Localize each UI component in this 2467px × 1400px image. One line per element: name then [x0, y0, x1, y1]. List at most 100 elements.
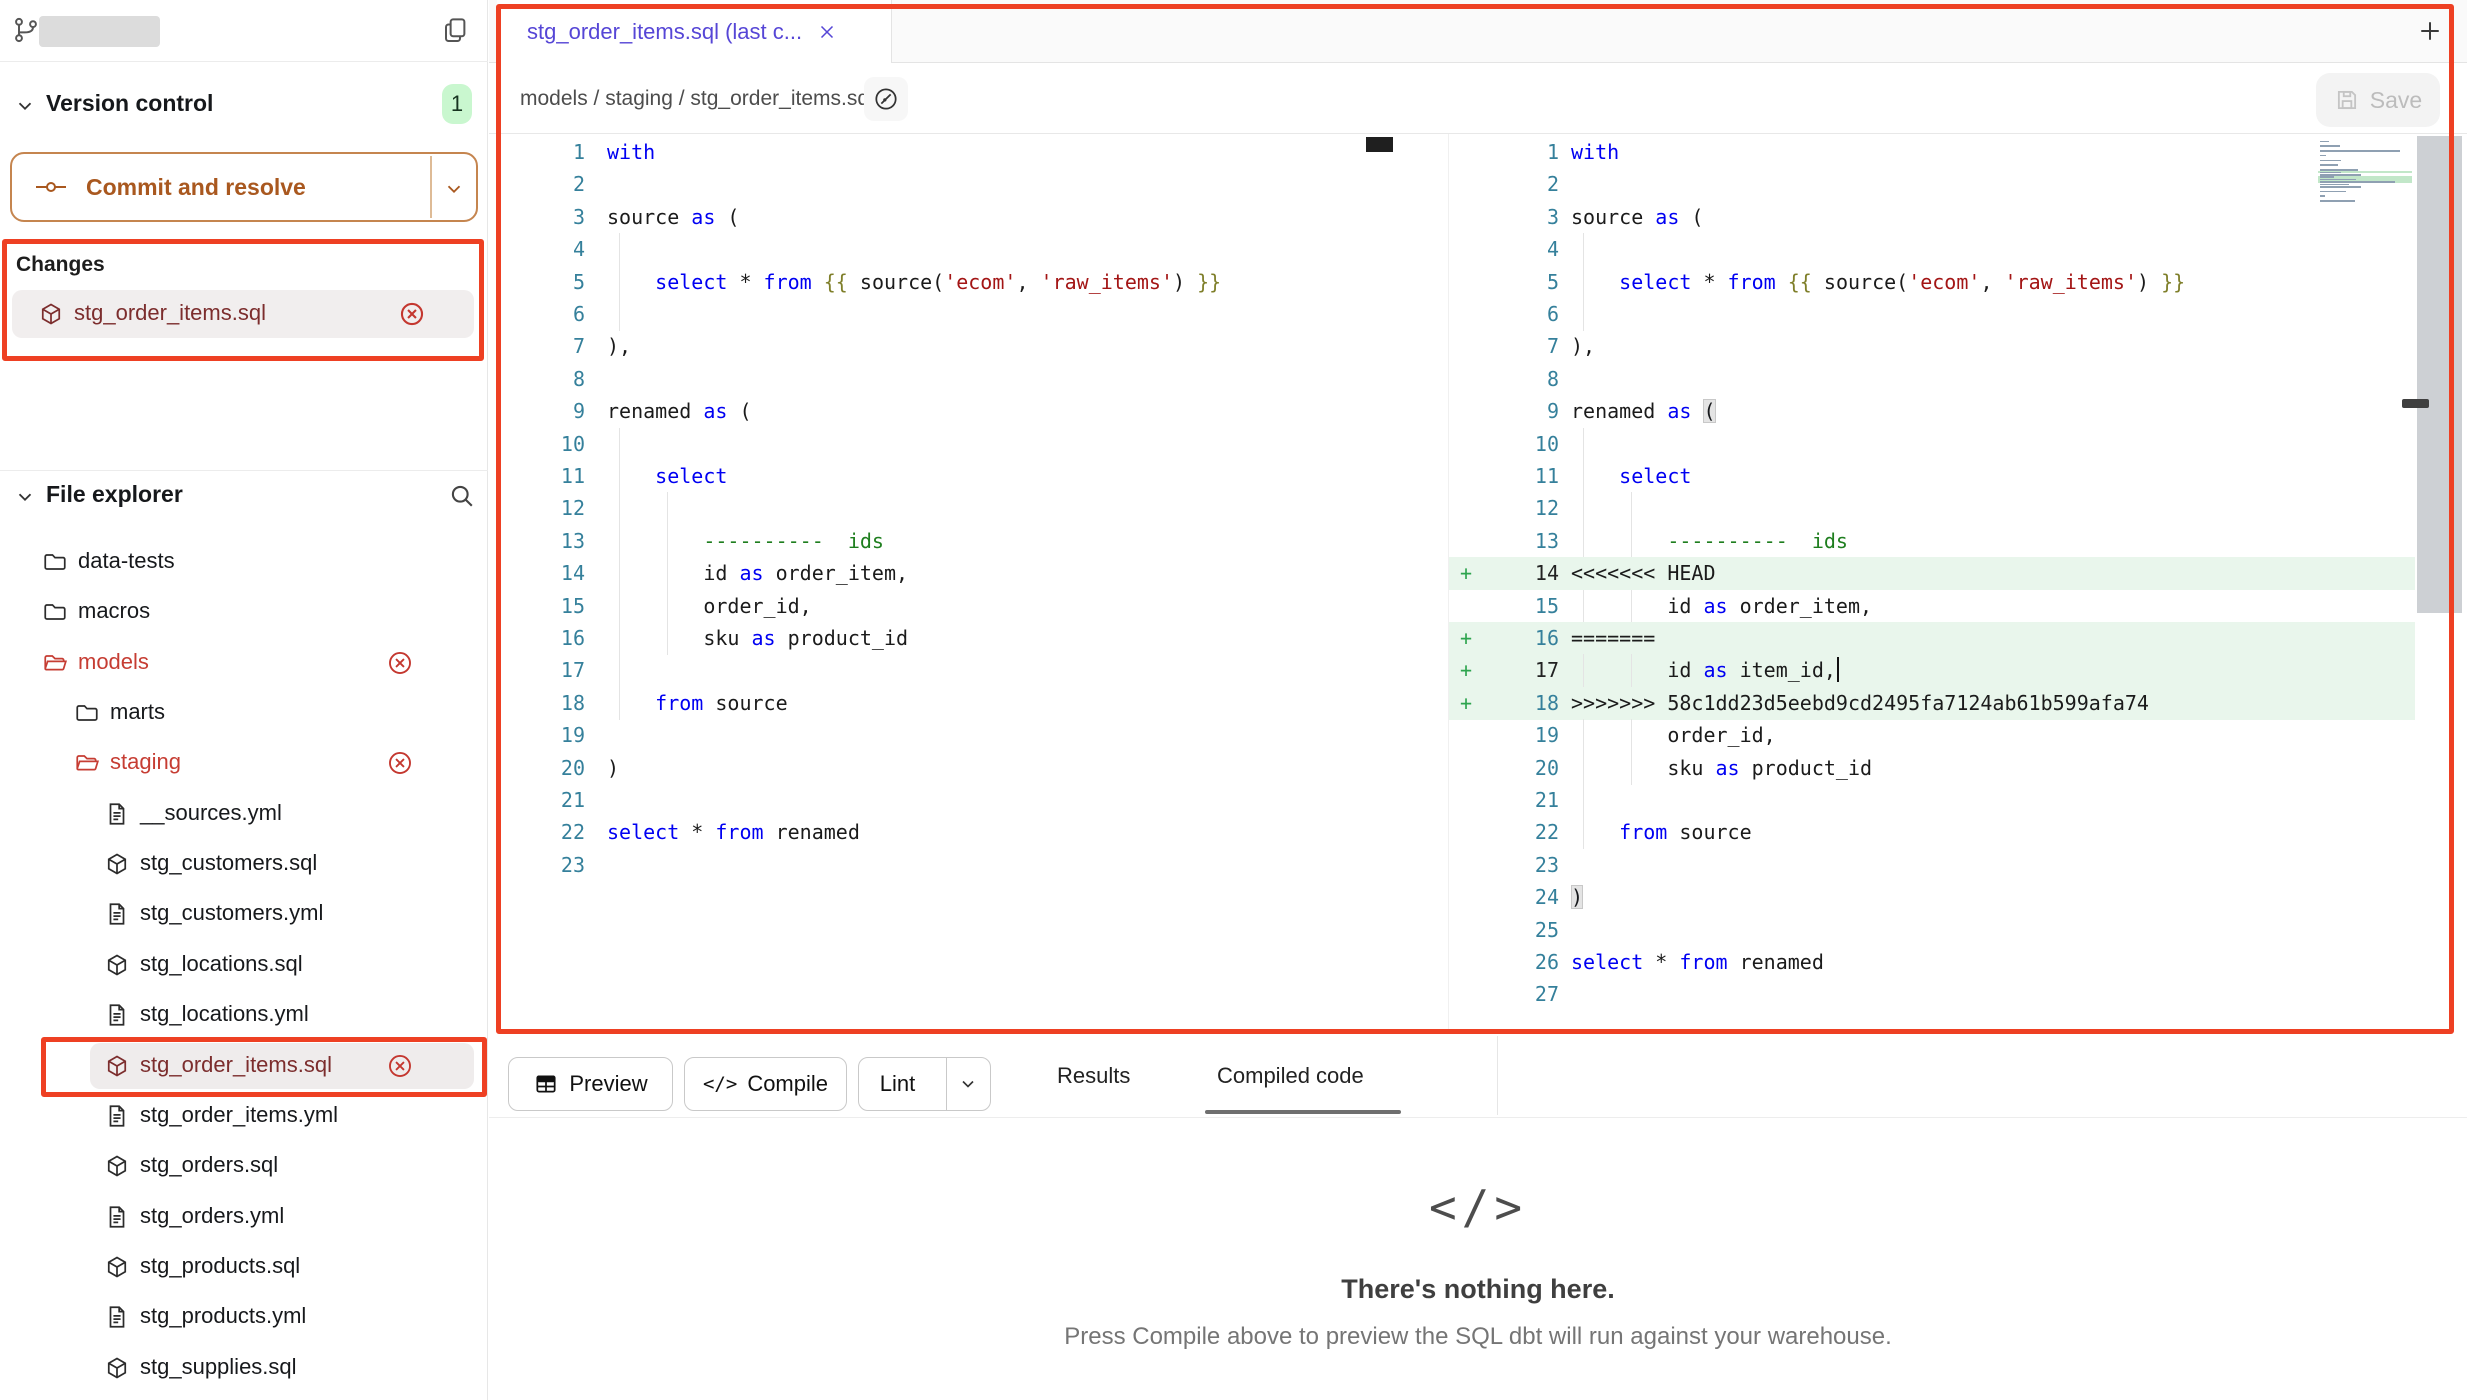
tree-item-__sources.yml[interactable]: __sources.yml [0, 789, 488, 839]
diff-added-marker: + [1455, 557, 1477, 589]
code-line-25[interactable]: 25 [1449, 914, 2415, 947]
code-line-7[interactable]: 7), [1449, 330, 2415, 363]
lineage-button[interactable] [864, 77, 908, 121]
code-line-26[interactable]: 26select * from renamed [1449, 946, 2415, 979]
token: as [1703, 594, 1727, 618]
code-line-16[interactable]: +16======= [1449, 622, 2415, 655]
code-line-1[interactable]: 1with [1449, 136, 2415, 169]
code-icon: </> [703, 1073, 737, 1095]
tab-stg-order-items[interactable]: stg_order_items.sql (last c... [497, 0, 892, 64]
tree-item-stg_products.sql[interactable]: stg_products.sql [0, 1242, 488, 1292]
code-line-13[interactable]: 13 ---------- ids [1449, 525, 2415, 558]
code-line-6[interactable]: 6 [505, 298, 1390, 331]
tree-item-stg_products.yml[interactable]: stg_products.yml [0, 1292, 488, 1342]
code-line-5[interactable]: 5 select * from {{ source('ecom', 'raw_i… [505, 266, 1390, 299]
tree-item-stg_locations.yml[interactable]: stg_locations.yml [0, 990, 488, 1040]
code-line-21[interactable]: 21 [505, 784, 1390, 817]
diff-editor-right-pane[interactable]: 1with23source as (45 select * from {{ so… [1449, 136, 2415, 1032]
code-line-15[interactable]: 15 id as order_item, [1449, 590, 2415, 623]
code-line-9[interactable]: 9renamed as ( [505, 395, 1390, 428]
lint-dropdown-chevron-icon[interactable] [946, 1058, 990, 1110]
code-line-22[interactable]: 22 from source [1449, 816, 2415, 849]
preview-button[interactable]: Preview [508, 1057, 673, 1111]
new-tab-button[interactable] [2408, 9, 2452, 53]
save-button[interactable]: Save [2316, 73, 2440, 127]
code-line-9[interactable]: 9renamed as ( [1449, 395, 2415, 428]
discard-change-icon[interactable] [386, 1052, 414, 1080]
tree-item-stg_order_items.yml[interactable]: stg_order_items.yml [0, 1091, 488, 1141]
overview-ruler-mark [2402, 399, 2429, 408]
code-line-15[interactable]: 15 order_id, [505, 590, 1390, 623]
code-line-6[interactable]: 6 [1449, 298, 2415, 331]
token [812, 270, 824, 294]
discard-change-icon[interactable] [386, 749, 414, 777]
line-number: 1 [505, 136, 585, 168]
code-line-12[interactable]: 12 [505, 492, 1390, 525]
lint-label[interactable]: Lint [859, 1058, 936, 1110]
code-line-19[interactable]: 19 [505, 719, 1390, 752]
code-text: with [1571, 136, 1619, 169]
code-line-24[interactable]: 24) [1449, 881, 2415, 914]
tree-item-stg_locations.sql[interactable]: stg_locations.sql [0, 940, 488, 990]
tab-close-icon[interactable] [816, 21, 838, 43]
token: , [1980, 270, 2004, 294]
token: ---------- ids [703, 529, 884, 553]
code-line-4[interactable]: 4 [505, 233, 1390, 266]
indent-guide [1583, 266, 1584, 299]
code-line-27[interactable]: 27 [1449, 978, 2415, 1011]
tree-item-stg_customers.yml[interactable]: stg_customers.yml [0, 889, 488, 939]
code-line-8[interactable]: 8 [505, 363, 1390, 396]
tree-item-stg_orders.sql[interactable]: stg_orders.sql [0, 1141, 488, 1191]
tree-item-stg_customers.sql[interactable]: stg_customers.sql [0, 839, 488, 889]
code-line-20[interactable]: 20) [505, 752, 1390, 785]
code-line-20[interactable]: 20 sku as product_id [1449, 752, 2415, 785]
code-line-10[interactable]: 10 [505, 428, 1390, 461]
left-pane-scrollbar-thumb[interactable] [1366, 137, 1393, 152]
code-line-16[interactable]: 16 sku as product_id [505, 622, 1390, 655]
tree-item-label: stg_supplies.sql [140, 1354, 297, 1380]
diff-editor-left-pane[interactable]: 1with23source as (45 select * from {{ so… [505, 136, 1390, 1032]
right-pane-scrollbar-thumb[interactable] [2417, 136, 2462, 613]
code-line-17[interactable]: +17 id as item_id, [1449, 654, 2415, 687]
code-line-5[interactable]: 5 select * from {{ source('ecom', 'raw_i… [1449, 266, 2415, 299]
code-line-1[interactable]: 1with [505, 136, 1390, 169]
code-line-23[interactable]: 23 [1449, 849, 2415, 882]
tree-item-data-tests[interactable]: data-tests [0, 537, 488, 587]
indent-guide [667, 557, 668, 590]
code-line-22[interactable]: 22select * from renamed [505, 816, 1390, 849]
tree-item-stg_order_items.sql[interactable]: stg_order_items.sql [0, 1041, 488, 1091]
tree-item-marts[interactable]: marts [0, 688, 488, 738]
tree-item-macros[interactable]: macros [0, 587, 488, 637]
compile-button[interactable]: </> Compile [684, 1057, 847, 1111]
code-line-2[interactable]: 2 [1449, 168, 2415, 201]
code-line-18[interactable]: 18 from source [505, 687, 1390, 720]
code-line-14[interactable]: +14<<<<<<< HEAD [1449, 557, 2415, 590]
code-line-4[interactable]: 4 [1449, 233, 2415, 266]
lint-button[interactable]: Lint [858, 1057, 991, 1111]
code-line-23[interactable]: 23 [505, 849, 1390, 882]
code-line-11[interactable]: 11 select [505, 460, 1390, 493]
code-line-18[interactable]: +18>>>>>>> 58c1dd23d5eebd9cd2495fa7124ab… [1449, 687, 2415, 720]
code-line-3[interactable]: 3source as ( [1449, 201, 2415, 234]
code-line-12[interactable]: 12 [1449, 492, 2415, 525]
tree-item-staging[interactable]: staging [0, 738, 488, 788]
code-line-13[interactable]: 13 ---------- ids [505, 525, 1390, 558]
tab-results[interactable]: Results [1057, 1046, 1130, 1106]
code-line-8[interactable]: 8 [1449, 363, 2415, 396]
tree-item-stg_supplies.sql[interactable]: stg_supplies.sql [0, 1343, 488, 1393]
code-line-19[interactable]: 19 order_id, [1449, 719, 2415, 752]
minimap[interactable] [2318, 140, 2412, 206]
code-line-14[interactable]: 14 id as order_item, [505, 557, 1390, 590]
code-line-21[interactable]: 21 [1449, 784, 2415, 817]
tree-item-models[interactable]: models [0, 638, 488, 688]
tree-item-stg_orders.yml[interactable]: stg_orders.yml [0, 1192, 488, 1242]
code-line-17[interactable]: 17 [505, 654, 1390, 687]
code-line-11[interactable]: 11 select [1449, 460, 2415, 493]
discard-change-icon[interactable] [386, 649, 414, 677]
code-line-3[interactable]: 3source as ( [505, 201, 1390, 234]
code-line-10[interactable]: 10 [1449, 428, 2415, 461]
code-line-7[interactable]: 7), [505, 330, 1390, 363]
tab-compiled-code[interactable]: Compiled code [1217, 1046, 1364, 1106]
diff-editor[interactable]: 1with23source as (45 select * from {{ so… [489, 134, 2467, 1034]
code-line-2[interactable]: 2 [505, 168, 1390, 201]
